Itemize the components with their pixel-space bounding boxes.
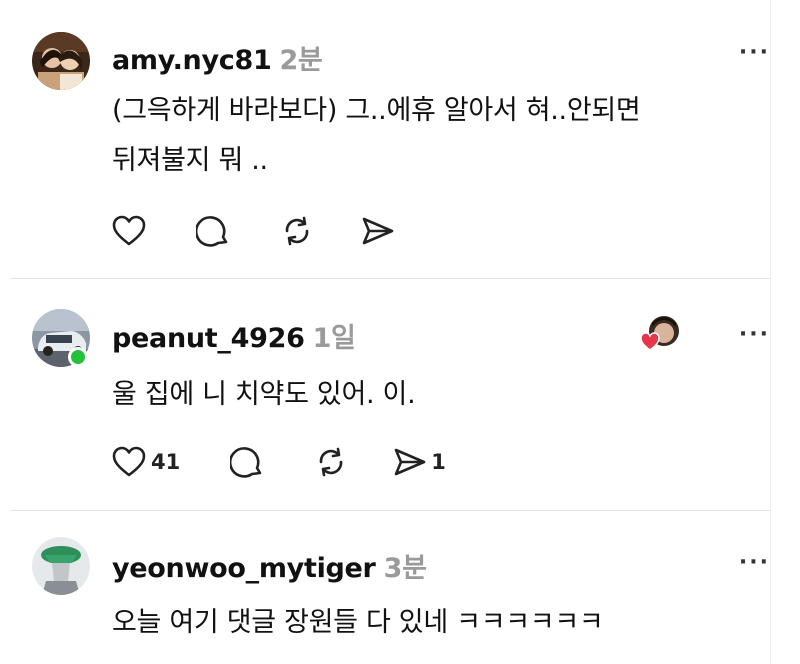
avatar[interactable]	[32, 32, 90, 90]
like-button[interactable]	[112, 215, 146, 247]
post-header: yeonwoo_mytiger 3분	[112, 546, 427, 585]
repost-icon	[319, 447, 343, 477]
share-count: 1	[431, 450, 446, 474]
post-text: (그윽하게 바라보다) 그..에휴 알아서 혀..안되면 뒤져불지 뭐 ..	[112, 95, 641, 176]
post-header: peanut_4926 1일	[112, 316, 356, 355]
avatar[interactable]	[32, 537, 90, 595]
username[interactable]: amy.nyc81	[112, 45, 272, 76]
username[interactable]: peanut_4926	[112, 323, 305, 354]
like-count: 41	[151, 450, 181, 474]
repost-button[interactable]	[314, 445, 348, 479]
timestamp: 2분	[279, 45, 323, 76]
right-edge-line	[770, 0, 771, 664]
post-header: amy.nyc81 2분	[112, 38, 323, 77]
action-bar	[112, 213, 396, 249]
share-icon	[394, 448, 426, 476]
post-text: 오늘 여기 댓글 장원들 다 있네 ㅋㅋㅋㅋㅋㅋ	[112, 607, 604, 638]
action-bar: 41 1	[112, 444, 446, 480]
post-text: 울 집에 니 치약도 있어. 이.	[112, 379, 416, 410]
share-button[interactable]	[360, 214, 396, 248]
like-button[interactable]: 41	[112, 446, 180, 478]
repost-button[interactable]	[280, 214, 314, 248]
author-like-reaction-icon	[640, 316, 679, 351]
divider	[10, 278, 770, 279]
repost-icon	[285, 216, 309, 246]
avatar-photo	[32, 537, 90, 595]
more-icon[interactable]: ···	[739, 550, 770, 575]
heart-icon	[112, 215, 146, 246]
divider	[10, 510, 770, 511]
share-button[interactable]: 1	[392, 445, 446, 479]
timestamp: 3분	[383, 553, 427, 584]
share-icon	[362, 217, 394, 245]
comment-icon	[196, 216, 228, 247]
more-icon[interactable]: ···	[739, 40, 770, 65]
timestamp: 1일	[312, 323, 356, 354]
heart-icon	[112, 446, 146, 477]
username[interactable]: yeonwoo_mytiger	[112, 553, 376, 584]
comment-button[interactable]	[196, 214, 230, 248]
avatar-photo	[32, 32, 90, 90]
more-icon[interactable]: ···	[739, 322, 770, 347]
comment-button[interactable]	[230, 445, 264, 479]
comment-icon	[230, 447, 262, 478]
online-status-icon	[68, 347, 88, 367]
